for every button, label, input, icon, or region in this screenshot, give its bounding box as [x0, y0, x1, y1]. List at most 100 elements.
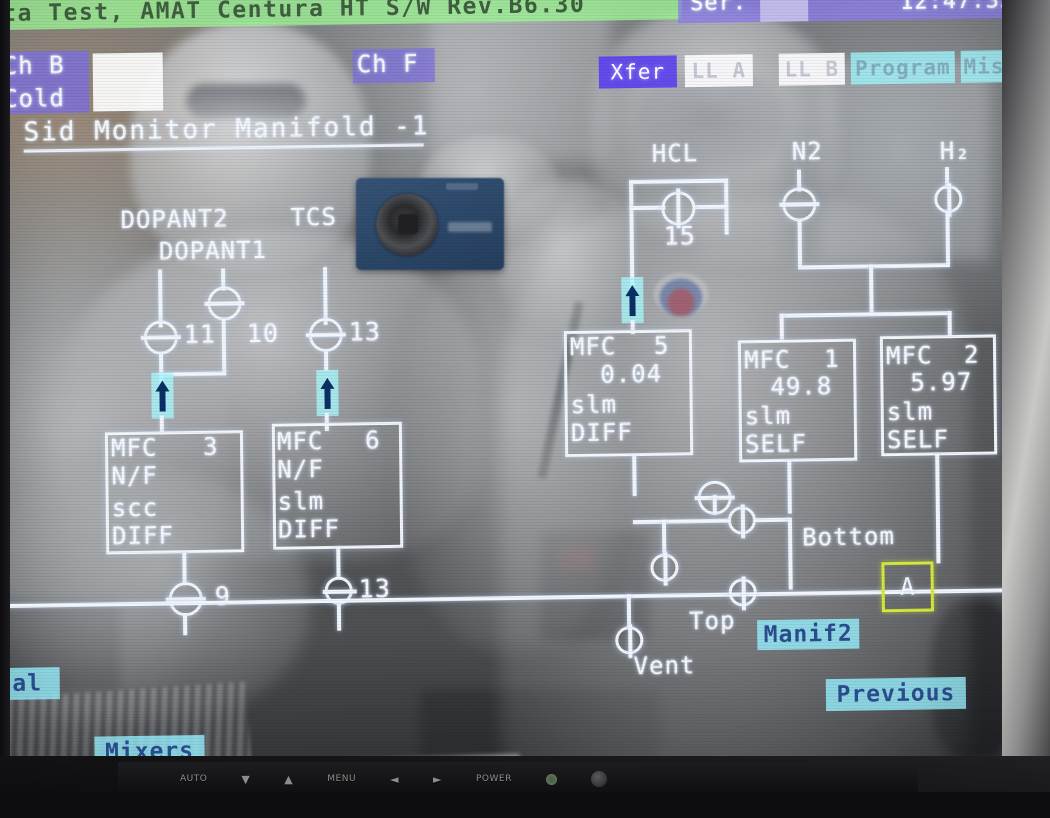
mfc-2-value: 5.97: [910, 367, 973, 397]
pipe-to-mfc1: [779, 313, 784, 340]
mfc-6-units: slm: [277, 486, 325, 516]
valve-9[interactable]: [168, 581, 203, 617]
mfc-1-number: 1: [823, 344, 840, 374]
flow-indicator-arrow-mfc5: [621, 276, 644, 324]
mfc-5-mode: DIFF: [570, 418, 633, 448]
valve-10[interactable]: [207, 286, 242, 321]
mfc-2-mode: SELF: [886, 425, 949, 455]
channel-status-blank-box: [92, 52, 164, 112]
monitor-bottom-edge: [0, 792, 1050, 818]
pipe-mfc3-out: [182, 551, 187, 586]
monitor-photograph: ta Test, AMAT Centura HT S/W Rev.B6.30 S…: [0, 0, 1050, 818]
valve-13-top-number: 13: [348, 317, 382, 347]
valve-15-number: 15: [663, 221, 696, 251]
gas-label-n2: N2: [791, 137, 823, 166]
mfc-2-units: slm: [886, 397, 934, 427]
pipe-valve13-down: [323, 350, 329, 371]
valve-left-lower[interactable]: [650, 553, 679, 582]
valve-n2[interactable]: [782, 187, 817, 222]
mfc-6-name: MFC: [276, 426, 324, 456]
mfc-3-name: MFC: [110, 433, 158, 463]
osd-menu-button[interactable]: MENU: [327, 774, 356, 784]
mfc-6-value: N/F: [277, 454, 324, 484]
pipe-mid-cross-right: [753, 517, 790, 523]
channel-b-state-label: Cold: [2, 83, 66, 113]
pipe-n2-h2-join: [798, 263, 951, 270]
osd-auto-button[interactable]: AUTO: [180, 774, 207, 784]
pipe-join-down: [869, 264, 874, 315]
osd-power-button[interactable]: POWER: [476, 774, 512, 784]
valve-mid-right[interactable]: [727, 506, 757, 535]
pipe-n2-down: [797, 219, 803, 268]
valve-11-number: 11: [183, 319, 217, 350]
mfc-1-mode: SELF: [744, 429, 808, 459]
status-bar-divider: [759, 0, 809, 23]
osd-down-icon[interactable]: ▼: [241, 773, 250, 786]
pipe-to-valve-left-lower: [661, 519, 667, 556]
pipe-h2-down: [945, 211, 951, 266]
power-led-indicator: [545, 773, 557, 785]
xfer-button[interactable]: Xfer: [598, 55, 678, 89]
gas-label-dopant1: DOPANT1: [158, 235, 268, 266]
pipe-mfc5-out: [632, 454, 637, 497]
centura-control-screen: ta Test, AMAT Centura HT S/W Rev.B6.30 S…: [0, 0, 1050, 790]
destination-a-box[interactable]: A: [881, 561, 934, 613]
destination-a-label: A: [899, 572, 916, 601]
pipe-mid-upper-down: [712, 494, 717, 515]
ser-label: Ser.: [689, 0, 748, 17]
valve-h2[interactable]: [934, 184, 963, 214]
valve-top-line[interactable]: [728, 578, 757, 607]
page-title: Sid Monitor Manifold -1: [23, 111, 430, 148]
mfc-5-number: 5: [653, 331, 670, 360]
mfc-1-value: 49.8: [770, 371, 833, 401]
pipe-valve13b-down: [336, 602, 342, 631]
valve-13-top[interactable]: [308, 317, 344, 353]
valve-10-number: 10: [246, 318, 280, 349]
pipe-valve9-down: [182, 613, 188, 636]
ll-b-button[interactable]: LL B: [778, 52, 846, 86]
osd-left-icon[interactable]: ◄: [390, 773, 399, 786]
pipe-valve10-down: [221, 318, 227, 375]
channel-b-label: Ch B: [2, 50, 65, 80]
valve-9-number: 9: [214, 581, 232, 611]
flow-indicator-arrow-mfc3: [151, 372, 174, 419]
gas-label-h2: H₂: [939, 136, 971, 166]
pipe-mfc2-out: [935, 453, 941, 564]
manif2-button[interactable]: Manif2: [757, 618, 860, 651]
mfc-3-units: scc: [111, 493, 159, 523]
mfc-5-value: 0.04: [600, 359, 663, 389]
pipe-vent-drop: [626, 594, 632, 629]
mfc-6-number: 6: [364, 426, 381, 455]
pipe-hcl-left: [629, 180, 635, 291]
gas-label-dopant2: DOPANT2: [120, 204, 229, 235]
pipe-mid-cross-left: [632, 518, 731, 525]
previous-button[interactable]: Previous: [825, 676, 967, 712]
power-button-knob[interactable]: [590, 771, 607, 787]
valve-11[interactable]: [143, 320, 179, 355]
mfc-3-number: 3: [202, 432, 219, 461]
flow-label-vent: Vent: [633, 651, 696, 681]
flow-label-top: Top: [688, 606, 736, 636]
valve-vent[interactable]: [615, 625, 644, 655]
ll-a-button[interactable]: LL A: [684, 54, 754, 88]
program-button[interactable]: Program: [850, 51, 955, 85]
mfc-3-mode: DIFF: [111, 521, 175, 551]
pipe-tcs-drop: [323, 266, 328, 325]
clock-display: 12:47:32: [899, 0, 1015, 15]
mfc-5-units: slm: [570, 390, 618, 420]
osd-right-icon[interactable]: ►: [433, 773, 442, 786]
mfc-3-value: N/F: [111, 461, 158, 491]
channel-f-label: Ch F: [356, 49, 419, 79]
gas-label-tcs: TCS: [290, 202, 337, 232]
gas-label-hcl: HCL: [651, 139, 699, 168]
pipe-mfc1-out: [787, 459, 792, 514]
pipe-dopant2-drop: [158, 269, 163, 328]
monitor-bezel-left: [0, 0, 10, 818]
osd-up-icon[interactable]: ▲: [284, 773, 293, 786]
mfc-1-units: slm: [744, 401, 792, 431]
pipe-to-mfc2: [947, 311, 952, 338]
pipe-bottom-branch-down: [787, 517, 793, 590]
flow-indicator-arrow-mfc6: [316, 369, 339, 417]
monitor-osd-controls: AUTO ▼ ▲ MENU ◄ ► POWER: [180, 764, 940, 794]
mfc-1-name: MFC: [743, 345, 791, 375]
